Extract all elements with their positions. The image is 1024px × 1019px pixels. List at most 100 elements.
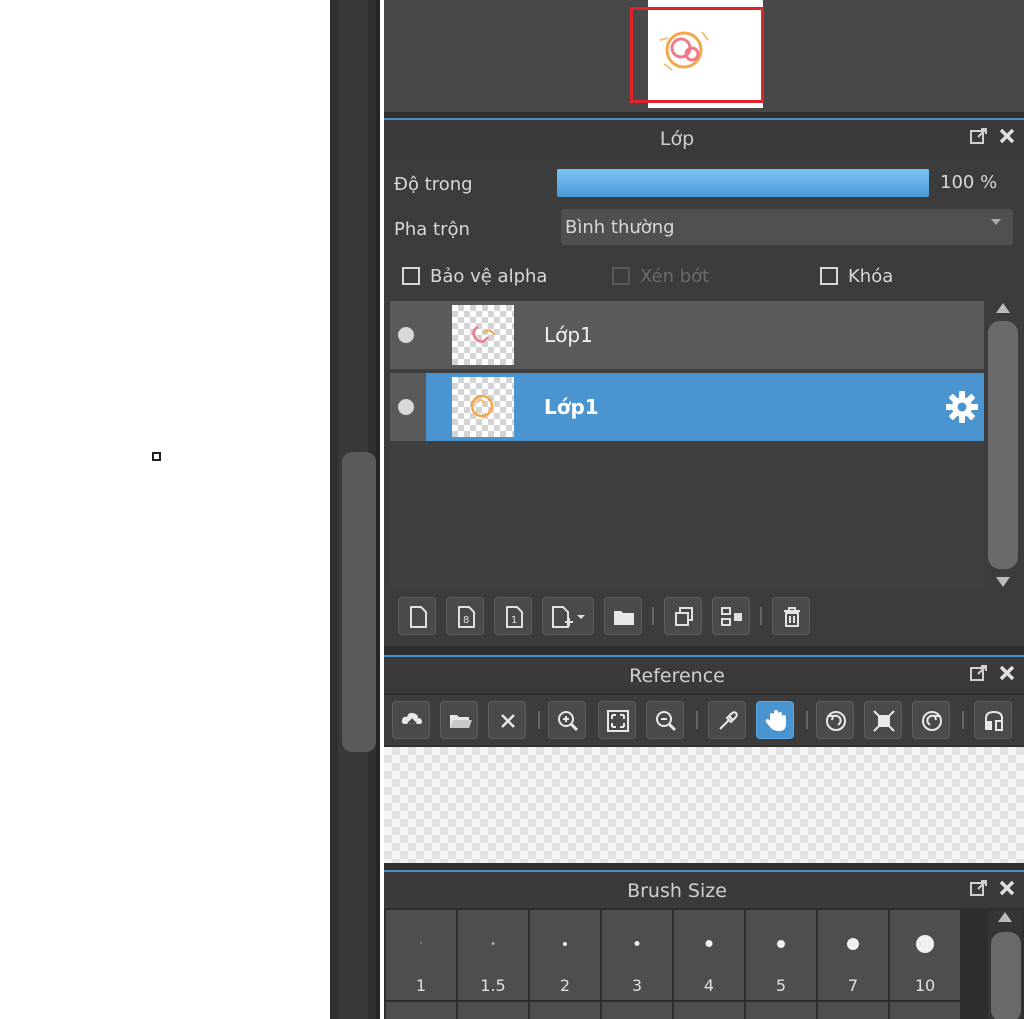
protect-alpha-checkbox[interactable]: Bảo vệ alpha	[402, 266, 547, 287]
reset-view-button[interactable]	[864, 701, 902, 739]
cloud-upload-button[interactable]	[392, 701, 430, 739]
toolbar-separator	[696, 711, 698, 729]
brush-size-cell[interactable]: 7	[818, 910, 888, 1000]
brush-size-cell[interactable]: 3	[602, 910, 672, 1000]
visibility-toggle-icon[interactable]	[398, 399, 414, 415]
brush-size-cell[interactable]	[818, 1002, 888, 1019]
add-layer-menu-button[interactable]	[542, 597, 594, 635]
gear-icon[interactable]	[944, 389, 980, 425]
brush-size-label: 1.5	[480, 976, 506, 995]
brush-size-label: 4	[703, 976, 715, 995]
checkbox-box	[402, 267, 420, 285]
brush-dot	[420, 942, 422, 944]
scrollbar-thumb[interactable]	[342, 452, 376, 752]
brush-size-label: 3	[631, 976, 643, 995]
new-folder-button[interactable]	[604, 597, 642, 635]
layer-list-scrollbar[interactable]	[988, 301, 1018, 589]
new-layer-button[interactable]	[398, 597, 436, 635]
brush-size-cell[interactable]: 5	[746, 910, 816, 1000]
rotate-right-button[interactable]	[912, 701, 950, 739]
lock-checkbox[interactable]: Khóa	[820, 266, 893, 287]
merge-layer-button[interactable]	[712, 597, 750, 635]
brush-dot	[777, 940, 785, 948]
layer-thumbnail	[452, 305, 514, 365]
eyedropper-button[interactable]	[708, 701, 746, 739]
brush-size-label: 7	[847, 976, 859, 995]
layer-art-icon	[470, 394, 494, 418]
duplicate-layer-button[interactable]	[664, 597, 702, 635]
brush-size-cell[interactable]	[530, 1002, 600, 1019]
brush-size-label: 5	[775, 976, 787, 995]
blend-mode-select[interactable]: Bình thường	[561, 209, 1013, 245]
layer-1bit-icon: 1	[506, 606, 523, 628]
visibility-toggle-icon[interactable]	[398, 327, 414, 343]
new-8bit-layer-button[interactable]: 8	[446, 597, 484, 635]
brush-size-cell[interactable]	[674, 1002, 744, 1019]
zoom-in-icon	[558, 711, 579, 732]
brush-size-cell[interactable]: 2	[530, 910, 600, 1000]
brush-size-cell[interactable]: 10	[890, 910, 960, 1000]
scroll-down-icon[interactable]	[996, 577, 1010, 587]
close-icon[interactable]	[996, 878, 1018, 900]
fit-view-button[interactable]	[598, 701, 636, 739]
brush-dot	[847, 938, 859, 950]
layer-panel-body: Độ trong 100 % Pha trộn Bình thường Bảo …	[384, 156, 1024, 646]
brush-size-cell[interactable]: 4	[674, 910, 744, 1000]
close-icon[interactable]	[996, 126, 1018, 148]
zoom-out-button[interactable]	[646, 701, 684, 739]
layer-toolbar: 8 1	[384, 591, 1024, 641]
clear-reference-button[interactable]	[488, 701, 526, 739]
brush-size-cell[interactable]	[458, 1002, 528, 1019]
hand-icon	[765, 710, 786, 731]
drawing-canvas[interactable]	[0, 0, 330, 1019]
fit-screen-icon	[607, 710, 629, 732]
opacity-value: 100 %	[940, 172, 998, 193]
popout-icon[interactable]	[968, 878, 990, 900]
layer-list[interactable]: Lớp1 Lớp1	[390, 301, 984, 589]
brush-cursor	[152, 452, 161, 461]
popout-icon[interactable]	[968, 663, 990, 685]
open-image-button[interactable]	[440, 701, 478, 739]
cloud-upload-icon	[401, 712, 422, 731]
scrollbar-thumb[interactable]	[991, 932, 1021, 1019]
toolbar-separator	[806, 711, 808, 729]
lock-label: Khóa	[848, 266, 894, 287]
flip-button[interactable]	[974, 701, 1012, 739]
brush-size-scrollbar[interactable]	[988, 910, 1022, 1019]
reference-image-view[interactable]	[384, 747, 1024, 863]
blend-mode-value: Bình thường	[565, 217, 675, 238]
delete-layer-button[interactable]	[772, 597, 810, 635]
close-icon[interactable]	[996, 663, 1018, 685]
brush-size-cell[interactable]	[602, 1002, 672, 1019]
canvas-vertical-scrollbar[interactable]	[330, 0, 380, 1019]
rotate-left-button[interactable]	[816, 701, 854, 739]
blend-mode-label: Pha trộn	[394, 219, 470, 240]
brush-size-cell[interactable]	[386, 1002, 456, 1019]
brush-size-cell[interactable]: 1.5	[458, 910, 528, 1000]
navigator-view-frame[interactable]	[630, 7, 764, 103]
protect-alpha-label: Bảo vệ alpha	[430, 266, 548, 287]
brush-size-cell[interactable]	[890, 1002, 960, 1019]
scroll-up-icon[interactable]	[996, 303, 1010, 313]
layer-8bit-icon: 8	[458, 606, 475, 628]
panel-title: Brush Size	[627, 880, 727, 902]
brush-size-grid: 1 1.5 2 3 4 5 7 10	[386, 910, 960, 1019]
new-1bit-layer-button[interactable]: 1	[494, 597, 532, 635]
scroll-up-icon[interactable]	[998, 912, 1012, 922]
hand-tool-button[interactable]	[756, 701, 794, 739]
svg-text:1: 1	[511, 615, 517, 626]
reference-toolbar	[384, 695, 1024, 745]
clipping-checkbox: Xén bớt	[612, 266, 709, 287]
brush-size-cell[interactable]: 1	[386, 910, 456, 1000]
open-folder-icon	[450, 715, 472, 728]
layer-row[interactable]: Lớp1	[390, 301, 984, 369]
layer-row-selected[interactable]: Lớp1	[390, 373, 984, 441]
popout-icon[interactable]	[968, 126, 990, 148]
brush-size-label: 10	[914, 976, 936, 995]
navigator-panel[interactable]	[384, 0, 1024, 112]
panel-title: Reference	[629, 665, 725, 687]
zoom-in-button[interactable]	[548, 701, 586, 739]
opacity-slider[interactable]	[557, 169, 929, 197]
brush-size-cell[interactable]	[746, 1002, 816, 1019]
scrollbar-thumb[interactable]	[988, 321, 1018, 569]
